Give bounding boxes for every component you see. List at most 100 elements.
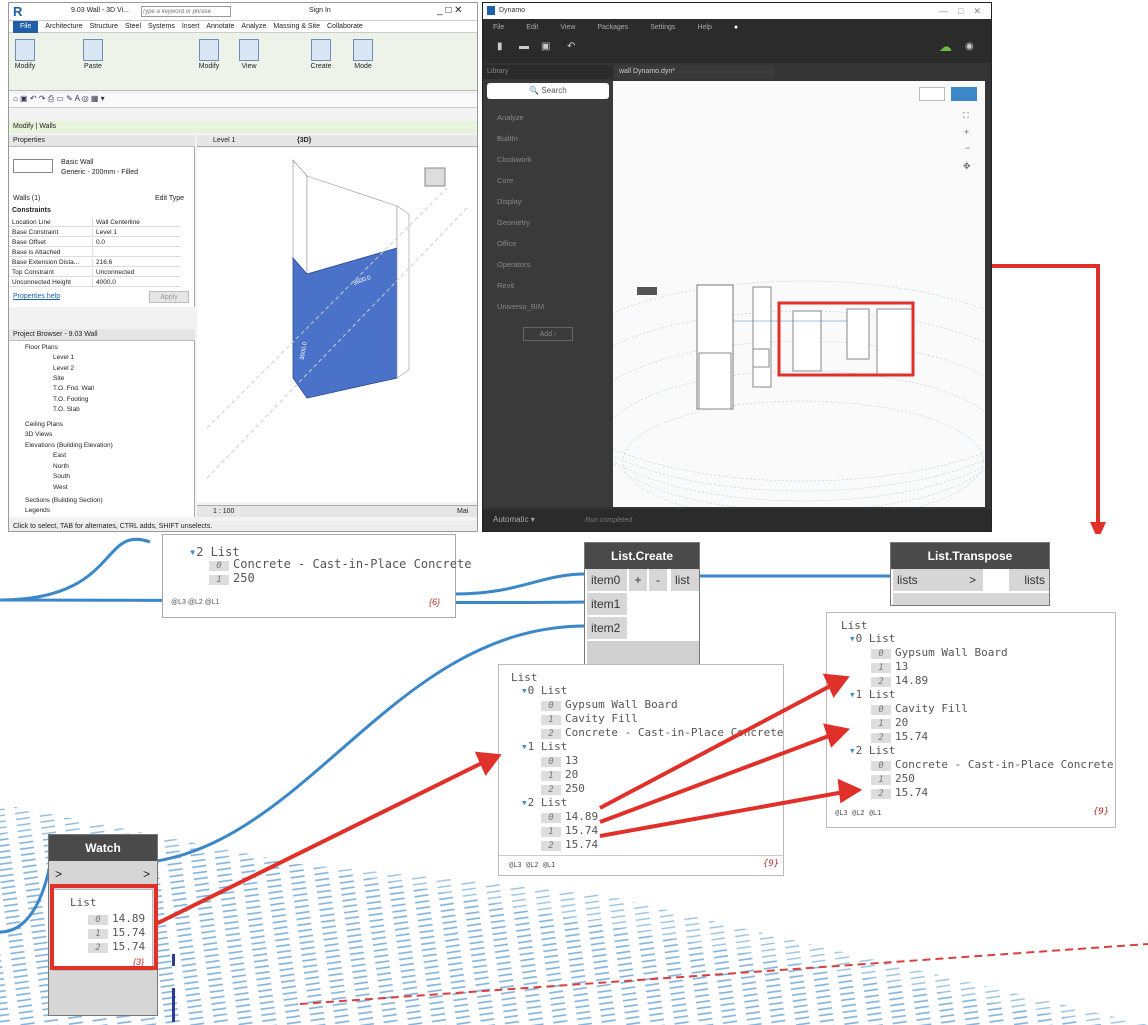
library-item[interactable]: Display	[483, 191, 613, 212]
prop-row[interactable]: Base Extension Dista... 216.6	[9, 258, 181, 267]
library-item[interactable]: Revit	[483, 275, 613, 296]
status-bar: Click to select, TAB for alternates, CTR…	[9, 521, 477, 531]
dynamo-window-controls[interactable]: — □ ✕	[939, 3, 981, 19]
tab-collaborate[interactable]: Collaborate	[327, 23, 363, 30]
project-browser-header: Project Browser - 9.03 Wall	[9, 329, 195, 341]
save-icon[interactable]: ▣	[541, 41, 550, 52]
edit-type-button[interactable]: Edit Type	[155, 195, 184, 202]
tab-architecture[interactable]: Architecture	[45, 23, 82, 30]
run-bar: Automatic ▾ Run completed	[483, 509, 991, 531]
paste-button[interactable]: Paste	[79, 37, 107, 85]
library-item[interactable]: Analyze	[483, 107, 613, 128]
menu-settings[interactable]: Settings	[650, 24, 675, 31]
prop-row[interactable]: Base is Attached	[9, 248, 181, 257]
tree-item[interactable]: Legends	[25, 506, 50, 516]
menu-packages[interactable]: Packages	[597, 24, 628, 31]
apply-button[interactable]: Apply	[149, 291, 189, 303]
info-icon[interactable]: ●	[734, 24, 738, 31]
zoom-in-icon[interactable]: +	[964, 127, 969, 137]
tree-item[interactable]: Ceiling Plans	[25, 420, 63, 430]
bulb-icon	[239, 39, 259, 61]
ribbon: Modify Paste Modify View Create Mode	[9, 33, 477, 91]
library-header: Library	[483, 65, 613, 79]
library-item[interactable]: Operators	[483, 254, 613, 275]
zoom-out-icon[interactable]: −	[965, 143, 970, 153]
library-item[interactable]: BuiltIn	[483, 128, 613, 149]
tree-item[interactable]: T.O. Fnd. Wall	[53, 384, 94, 394]
tree-item[interactable]: T.O. Footing	[53, 395, 88, 405]
pan-icon[interactable]: ✥	[963, 161, 971, 172]
tab-file[interactable]: File	[13, 20, 39, 33]
run-mode-select[interactable]: Automatic ▾	[493, 515, 535, 524]
background-preview-toggle[interactable]	[919, 87, 945, 101]
zoom-fit-icon[interactable]: ⛶	[963, 111, 969, 121]
tree-item[interactable]: Elevations (Building Elevation)	[25, 441, 113, 451]
window-title: 9.03 Wall - 3D Vi...	[71, 7, 129, 14]
prop-row[interactable]: Base Constraint Level 1	[9, 228, 181, 237]
tree-item[interactable]: North	[53, 462, 69, 472]
graph-view-toggle[interactable]	[951, 87, 977, 101]
zoomed-graph: ▾2 List 0 Concrete - Cast-in-Place Concre…	[0, 534, 1148, 1025]
type-sub[interactable]: Generic - 200mm - Filled	[61, 169, 138, 176]
library-item[interactable]: Geometry	[483, 212, 613, 233]
tab-systems[interactable]: Systems	[148, 23, 175, 30]
tree-item[interactable]: East	[53, 451, 66, 461]
library-item[interactable]: Office	[483, 233, 613, 254]
tab-annotate[interactable]: Annotate	[206, 23, 234, 30]
tree-item[interactable]: West	[53, 483, 68, 493]
file-tab[interactable]: wall Dynamo.dyn*	[615, 65, 775, 79]
tab-structure[interactable]: Structure	[90, 23, 118, 30]
quick-access-toolbar[interactable]: ⌂ ▣ ↶ ↷ ⎙ ▭ ✎ A ◎ ▦ ▾	[9, 94, 477, 108]
menu-help[interactable]: Help	[697, 24, 711, 31]
view-button[interactable]: View	[235, 37, 263, 85]
menu-view[interactable]: View	[560, 24, 575, 31]
prop-row[interactable]: Base Offset 0.0	[9, 238, 181, 247]
tree-item[interactable]: South	[53, 472, 70, 482]
tab-insert[interactable]: Insert	[182, 23, 200, 30]
library-search[interactable]: 🔍 Search	[487, 83, 609, 99]
mode-button[interactable]: Mode	[349, 37, 377, 85]
window-controls[interactable]: _ □ ✕	[437, 5, 463, 16]
tab-analyze[interactable]: Analyze	[241, 23, 266, 30]
library-item[interactable]: Clockwork	[483, 149, 613, 170]
modify-button[interactable]: Modify	[11, 37, 39, 85]
dynamo-canvas[interactable]: ⛶ + − ✥	[613, 81, 985, 507]
walls-count[interactable]: Walls (1)	[13, 195, 40, 202]
dynamo-title: Dynamo	[499, 7, 526, 14]
library-item[interactable]: Core	[483, 170, 613, 191]
sign-in-button[interactable]: Sign In	[309, 7, 331, 14]
library-item[interactable]: Universo_BIM	[483, 296, 613, 317]
context-bar: Modify | Walls	[9, 121, 477, 133]
new-file-icon[interactable]: ▮	[497, 41, 503, 52]
tab-3d[interactable]: {3D}	[297, 137, 311, 144]
create-button[interactable]: Create	[307, 37, 335, 85]
properties-help-link[interactable]: Properties help	[13, 293, 60, 300]
tab-massing[interactable]: Massing & Site	[273, 23, 320, 30]
undo-icon[interactable]: ↶	[567, 41, 575, 52]
tree-item[interactable]: Level 2	[53, 364, 74, 374]
tree-item[interactable]: T.O. Slab	[53, 405, 80, 415]
camera-icon[interactable]: ◉	[965, 41, 974, 52]
tree-item[interactable]: Floor Plans	[25, 343, 58, 353]
menu-file[interactable]: File	[493, 24, 504, 31]
revit-logo[interactable]: R	[13, 4, 22, 19]
wall-model	[206, 159, 468, 479]
prop-row[interactable]: Unconnected Height 4000.0	[9, 278, 181, 287]
search-input[interactable]	[141, 6, 231, 17]
tree-item[interactable]: 3D Views	[25, 430, 52, 440]
cloud-icon[interactable]: ☁	[939, 39, 952, 55]
menu-edit[interactable]: Edit	[526, 24, 538, 31]
tree-item[interactable]: Level 1	[53, 353, 74, 363]
modify-tools-button[interactable]: Modify	[195, 37, 223, 85]
open-file-icon[interactable]: ▬	[519, 41, 529, 52]
view-cube[interactable]	[424, 167, 446, 187]
tab-steel[interactable]: Steel	[125, 23, 141, 30]
prop-row[interactable]: Top Constraint Unconnected	[9, 268, 181, 277]
prop-row[interactable]: Location Line Wall Centerline	[9, 218, 181, 227]
scale-selector[interactable]: 1 : 100	[213, 508, 234, 515]
tree-item[interactable]: Site	[53, 374, 64, 384]
add-button[interactable]: Add ›	[523, 327, 573, 341]
3d-view[interactable]: 3600.0 3600.0	[197, 148, 477, 502]
tree-item[interactable]: Sections (Building Section)	[25, 496, 103, 506]
tab-level-1[interactable]: Level 1	[213, 137, 236, 144]
